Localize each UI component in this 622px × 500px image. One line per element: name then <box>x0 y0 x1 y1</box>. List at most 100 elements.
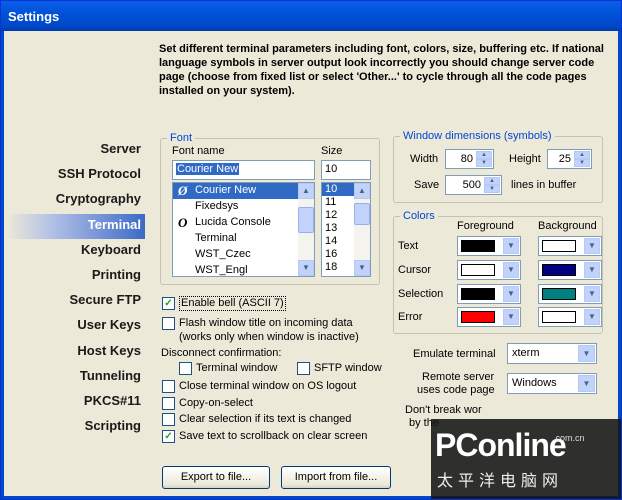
nav-item-terminal[interactable]: Terminal <box>7 213 145 239</box>
disconnect-confirmation-label: Disconnect confirmation: <box>161 347 282 359</box>
terminal-description: Set different terminal parameters includ… <box>159 43 604 97</box>
nav-item-keyboard[interactable]: Keyboard <box>7 239 145 264</box>
nav-item-cryptography[interactable]: Cryptography <box>7 188 145 213</box>
font-name-value: Courier New <box>176 163 240 175</box>
dont-break-label-1: Don't break wor <box>405 404 482 416</box>
emulate-terminal-label: Emulate terminal <box>413 348 496 360</box>
font-list-item[interactable]: Fixedsys <box>173 199 314 215</box>
spin-up-icon[interactable]: ▲ <box>484 177 500 185</box>
color-swatch <box>461 288 495 300</box>
uses-code-page-label: uses code page <box>417 384 495 396</box>
scroll-up-icon[interactable]: ▲ <box>298 183 314 199</box>
chevron-down-icon[interactable]: ▼ <box>584 238 600 254</box>
spin-down-icon[interactable]: ▼ <box>574 159 590 167</box>
color-swatch <box>461 240 495 252</box>
chevron-down-icon[interactable]: ▼ <box>503 262 519 278</box>
chevron-down-icon[interactable]: ▼ <box>503 238 519 254</box>
font-list[interactable]: Ø Courier New Fixedsys O Lucida Console Te… <box>172 182 315 277</box>
color-swatch <box>542 288 576 300</box>
text-foreground-picker[interactable]: ▼ <box>457 236 521 256</box>
scroll-up-icon[interactable]: ▲ <box>354 183 370 199</box>
chevron-down-icon[interactable]: ▼ <box>584 309 600 325</box>
font-size-label: Size <box>321 145 343 157</box>
scroll-thumb[interactable] <box>298 207 314 233</box>
font-list-item[interactable]: Ø Courier New <box>173 183 314 199</box>
color-row-label: Error <box>398 311 423 323</box>
cursor-background-picker[interactable]: ▼ <box>538 260 602 280</box>
nav-item-user-keys[interactable]: User Keys <box>7 314 145 339</box>
checkmark-icon[interactable]: ✓ <box>162 297 175 310</box>
chevron-down-icon[interactable]: ▼ <box>584 286 600 302</box>
window-dimensions-legend: Window dimensions (symbols) <box>400 130 555 142</box>
chevron-down-icon[interactable]: ▼ <box>503 309 519 325</box>
font-legend: Font <box>167 132 196 144</box>
remote-server-label: Remote server <box>422 371 495 383</box>
color-swatch <box>542 264 576 276</box>
chevron-down-icon[interactable]: ▼ <box>584 262 600 278</box>
save-lines-spinner[interactable]: 500 ▲ ▼ <box>445 175 502 195</box>
watermark-logo: PConline .com.cn 太平洋电脑网 <box>431 419 621 499</box>
watermark-main-text: PConline <box>435 427 567 463</box>
nav-item-pkcs11[interactable]: PKCS#11 <box>7 390 145 415</box>
nav-item-tunneling[interactable]: Tunneling <box>7 365 145 390</box>
font-name-label: Font name <box>172 145 225 157</box>
nav-item-secure-ftp[interactable]: Secure FTP <box>7 289 145 314</box>
font-list-item[interactable]: WST_Engl <box>173 263 314 276</box>
error-foreground-picker[interactable]: ▼ <box>457 307 521 327</box>
colors-legend: Colors <box>400 210 438 222</box>
scroll-down-icon[interactable]: ▼ <box>298 260 314 276</box>
chevron-down-icon[interactable]: ▼ <box>503 286 519 302</box>
color-swatch <box>542 311 576 323</box>
height-label: Height <box>509 153 541 165</box>
size-list-scrollbar[interactable]: ▲ ▼ <box>354 183 370 276</box>
error-background-picker[interactable]: ▼ <box>538 307 602 327</box>
scroll-thumb[interactable] <box>354 203 370 225</box>
cursor-foreground-picker[interactable]: ▼ <box>457 260 521 280</box>
font-size-value: 10 <box>325 163 338 175</box>
font-size-list[interactable]: 10 11 12 13 14 16 18 ▲ ▼ <box>321 182 371 277</box>
nav-item-host-keys[interactable]: Host Keys <box>7 340 145 365</box>
import-from-file-button[interactable]: Import from file... <box>281 466 391 489</box>
emulate-terminal-value: xterm <box>512 347 540 359</box>
selection-background-picker[interactable]: ▼ <box>538 284 602 304</box>
font-name-input[interactable]: Courier New <box>172 160 315 180</box>
nav-item-ssh-protocol[interactable]: SSH Protocol <box>7 163 145 188</box>
nav-item-scripting[interactable]: Scripting <box>7 415 145 440</box>
opentype-font-icon: O <box>178 215 188 230</box>
save-lines-value: 500 <box>462 179 481 191</box>
title-bar: Settings <box>1 1 621 31</box>
background-header: Background <box>538 220 597 232</box>
height-value: 25 <box>558 153 571 165</box>
nav-item-server[interactable]: Server <box>7 138 145 163</box>
opentype-font-icon: Ø <box>178 183 188 198</box>
chevron-down-icon[interactable]: ▼ <box>578 375 595 392</box>
save-label: Save <box>414 179 440 191</box>
color-row-label: Text <box>398 240 419 252</box>
font-size-input[interactable]: 10 <box>321 160 371 180</box>
width-spinner[interactable]: 80 ▲ ▼ <box>445 149 494 169</box>
scroll-down-icon[interactable]: ▼ <box>354 260 370 276</box>
color-swatch <box>542 240 576 252</box>
spin-down-icon[interactable]: ▼ <box>484 185 500 193</box>
height-spinner[interactable]: 25 ▲ ▼ <box>547 149 592 169</box>
spin-up-icon[interactable]: ▲ <box>574 151 590 159</box>
spin-up-icon[interactable]: ▲ <box>476 151 492 159</box>
export-to-file-button[interactable]: Export to file... <box>162 466 270 489</box>
emulate-terminal-select[interactable]: xterm ▼ <box>507 343 597 364</box>
font-list-item[interactable]: WST_Czec <box>173 247 314 263</box>
code-page-select[interactable]: Windows ▼ <box>507 373 597 394</box>
watermark-sub-text: 太平洋电脑网 <box>437 473 564 490</box>
nav-item-printing[interactable]: Printing <box>7 264 145 289</box>
selection-foreground-picker[interactable]: ▼ <box>457 284 521 304</box>
font-list-scrollbar[interactable]: ▲ ▼ <box>298 183 314 276</box>
checkmark-icon[interactable]: ✓ <box>162 430 175 443</box>
window-left-border <box>1 31 4 499</box>
font-list-item[interactable]: O Lucida Console <box>173 215 314 231</box>
window-title: Settings <box>8 9 60 24</box>
color-swatch <box>461 264 495 276</box>
chevron-down-icon[interactable]: ▼ <box>578 345 595 362</box>
color-row-label: Cursor <box>398 264 432 276</box>
font-list-item[interactable]: Terminal <box>173 231 314 247</box>
spin-down-icon[interactable]: ▼ <box>476 159 492 167</box>
text-background-picker[interactable]: ▼ <box>538 236 602 256</box>
